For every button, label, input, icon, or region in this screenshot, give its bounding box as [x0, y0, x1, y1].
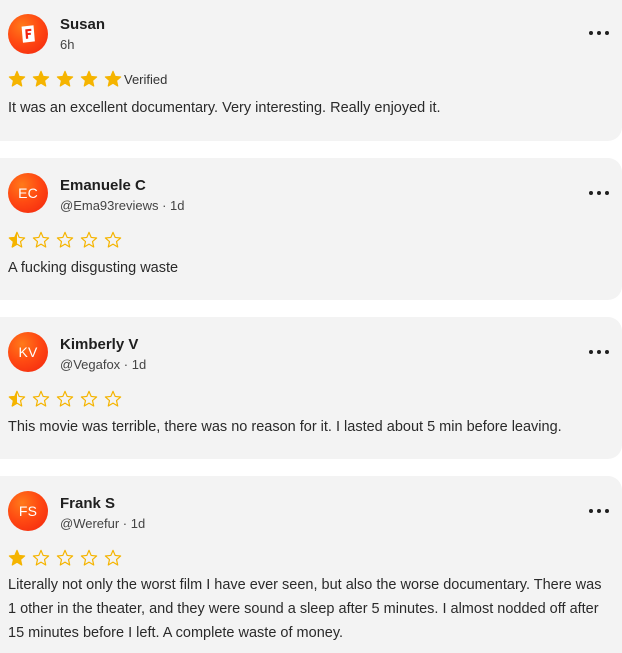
more-dot-icon	[597, 509, 601, 513]
review-text: A fucking disgusting waste	[8, 260, 179, 276]
review-feed: Susan 6h Verified It was an excellent do…	[0, 0, 622, 653]
more-options-button[interactable]	[589, 345, 609, 359]
star-empty-icon	[80, 390, 98, 407]
star-rating	[8, 549, 128, 567]
star-half-icon	[8, 390, 26, 407]
more-dot-icon	[605, 350, 609, 354]
review-text: This movie was terrible, there was no re…	[8, 419, 562, 435]
star-full-icon	[56, 70, 74, 87]
star-full-icon	[104, 70, 122, 87]
review-timestamp: 6h	[60, 37, 75, 52]
avatar[interactable]	[8, 14, 48, 54]
star-empty-icon	[32, 549, 50, 566]
star-full-icon	[32, 70, 50, 87]
review-text: Literally not only the worst film I have…	[8, 577, 602, 641]
star-empty-icon	[80, 549, 98, 566]
more-dot-icon	[589, 350, 593, 354]
reviewer-name[interactable]: Kimberly V	[60, 336, 138, 353]
more-options-button[interactable]	[589, 504, 609, 518]
star-rating	[8, 231, 128, 249]
more-dot-icon	[605, 509, 609, 513]
avatar[interactable]: FS	[8, 491, 48, 531]
star-empty-icon	[56, 549, 74, 566]
avatar[interactable]: EC	[8, 173, 48, 213]
star-empty-icon	[32, 390, 50, 407]
star-full-icon	[80, 70, 98, 87]
fandango-logo-icon	[21, 25, 35, 43]
avatar[interactable]: KV	[8, 332, 48, 372]
review-card: Susan 6h Verified It was an excellent do…	[0, 0, 622, 141]
verified-label: Verified	[124, 71, 168, 87]
star-empty-icon	[80, 231, 98, 248]
review-text: It was an excellent documentary. Very in…	[8, 100, 441, 116]
star-empty-icon	[32, 231, 50, 248]
star-empty-icon	[56, 231, 74, 248]
more-dot-icon	[589, 509, 593, 513]
review-card: EC Emanuele C @Ema93reviews · 1d A fucki…	[0, 158, 622, 300]
more-dot-icon	[589, 191, 593, 195]
reviewer-name[interactable]: Susan	[60, 16, 105, 33]
more-dot-icon	[597, 191, 601, 195]
star-rating	[8, 390, 128, 408]
star-half-icon	[8, 231, 26, 248]
more-dot-icon	[605, 191, 609, 195]
reviewer-name[interactable]: Emanuele C	[60, 177, 146, 194]
star-empty-icon	[104, 390, 122, 407]
reviewer-handle-time: @Werefur · 1d	[60, 516, 146, 531]
more-options-button[interactable]	[589, 26, 609, 40]
reviewer-handle-time: @Ema93reviews · 1d	[60, 198, 185, 213]
review-card: FS Frank S @Werefur · 1d Literally not o…	[0, 476, 622, 653]
more-dot-icon	[597, 31, 601, 35]
star-empty-icon	[104, 231, 122, 248]
star-empty-icon	[56, 390, 74, 407]
reviewer-name[interactable]: Frank S	[60, 495, 115, 512]
reviewer-handle-time: @Vegafox · 1d	[60, 357, 147, 372]
star-rating: Verified	[8, 70, 167, 88]
star-empty-icon	[104, 549, 122, 566]
more-options-button[interactable]	[589, 186, 609, 200]
more-dot-icon	[589, 31, 593, 35]
star-full-icon	[8, 549, 26, 566]
star-full-icon	[8, 70, 26, 87]
more-dot-icon	[597, 350, 601, 354]
review-card: KV Kimberly V @Vegafox · 1d This movie w…	[0, 317, 622, 459]
more-dot-icon	[605, 31, 609, 35]
